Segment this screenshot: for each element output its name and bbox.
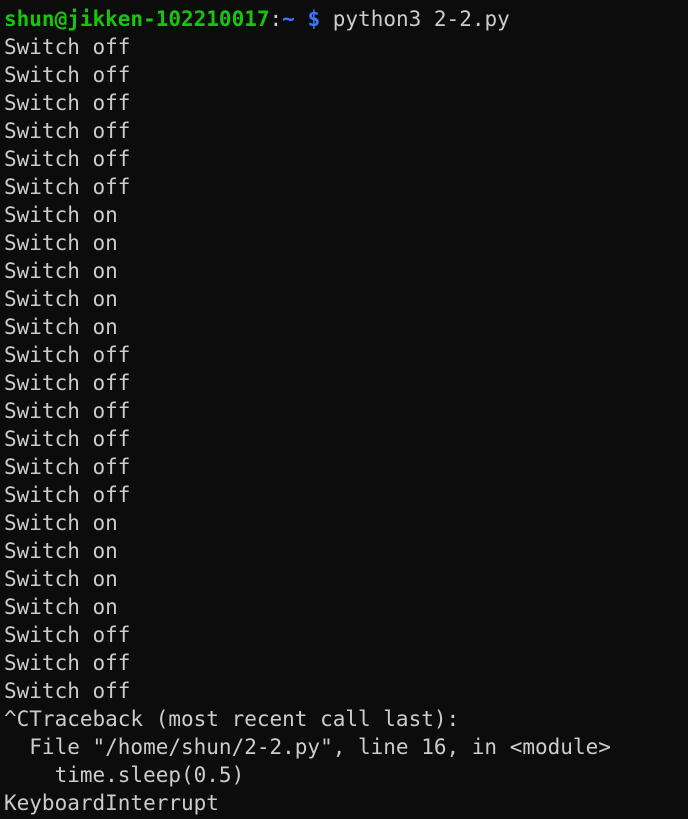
prompt-symbol: $ bbox=[294, 7, 333, 31]
output-line: Switch on bbox=[4, 567, 118, 591]
output-line: Switch off bbox=[4, 63, 131, 87]
output-line: Switch on bbox=[4, 315, 118, 339]
traceback-line: File "/home/shun/2-2.py", line 16, in <m… bbox=[4, 735, 611, 759]
output-line: Switch on bbox=[4, 511, 118, 535]
output-line: Switch off bbox=[4, 483, 131, 507]
prompt-user-host: shun@jikken-102210017 bbox=[4, 7, 270, 31]
output-line: Switch off bbox=[4, 679, 131, 703]
output-line: Switch off bbox=[4, 147, 131, 171]
prompt-separator: : bbox=[269, 7, 283, 31]
output-line: Switch off bbox=[4, 455, 131, 479]
traceback-line: KeyboardInterrupt bbox=[4, 791, 219, 815]
output-line: Switch off bbox=[4, 371, 131, 395]
terminal-window[interactable]: shun@jikken-102210017:~ $ python3 2-2.py… bbox=[0, 0, 688, 819]
prompt-path: ~ bbox=[282, 7, 295, 31]
output-line: Switch on bbox=[4, 231, 118, 255]
traceback-line: time.sleep(0.5) bbox=[4, 763, 245, 787]
output-lines: Switch off Switch off Switch off Switch off… bbox=[4, 33, 688, 705]
command-prompt-line: shun@jikken-102210017:~ $ python3 2-2.py bbox=[4, 5, 688, 33]
output-line: Switch off bbox=[4, 427, 131, 451]
output-line: Switch off bbox=[4, 91, 131, 115]
output-line: Switch off bbox=[4, 343, 131, 367]
traceback-line: ^CTraceback (most recent call last): bbox=[4, 707, 460, 731]
output-line: Switch off bbox=[4, 35, 131, 59]
output-line: Switch off bbox=[4, 399, 131, 423]
output-line: Switch off bbox=[4, 175, 131, 199]
output-line: Switch on bbox=[4, 203, 118, 227]
prompt-command: python3 2-2.py bbox=[332, 7, 510, 31]
traceback-block: ^CTraceback (most recent call last): Fil… bbox=[4, 705, 688, 817]
output-line: Switch off bbox=[4, 651, 131, 675]
output-line: Switch off bbox=[4, 623, 131, 647]
output-line: Switch on bbox=[4, 287, 118, 311]
output-line: Switch on bbox=[4, 539, 118, 563]
output-line: Switch on bbox=[4, 595, 118, 619]
output-line: Switch on bbox=[4, 259, 118, 283]
output-line: Switch off bbox=[4, 119, 131, 143]
